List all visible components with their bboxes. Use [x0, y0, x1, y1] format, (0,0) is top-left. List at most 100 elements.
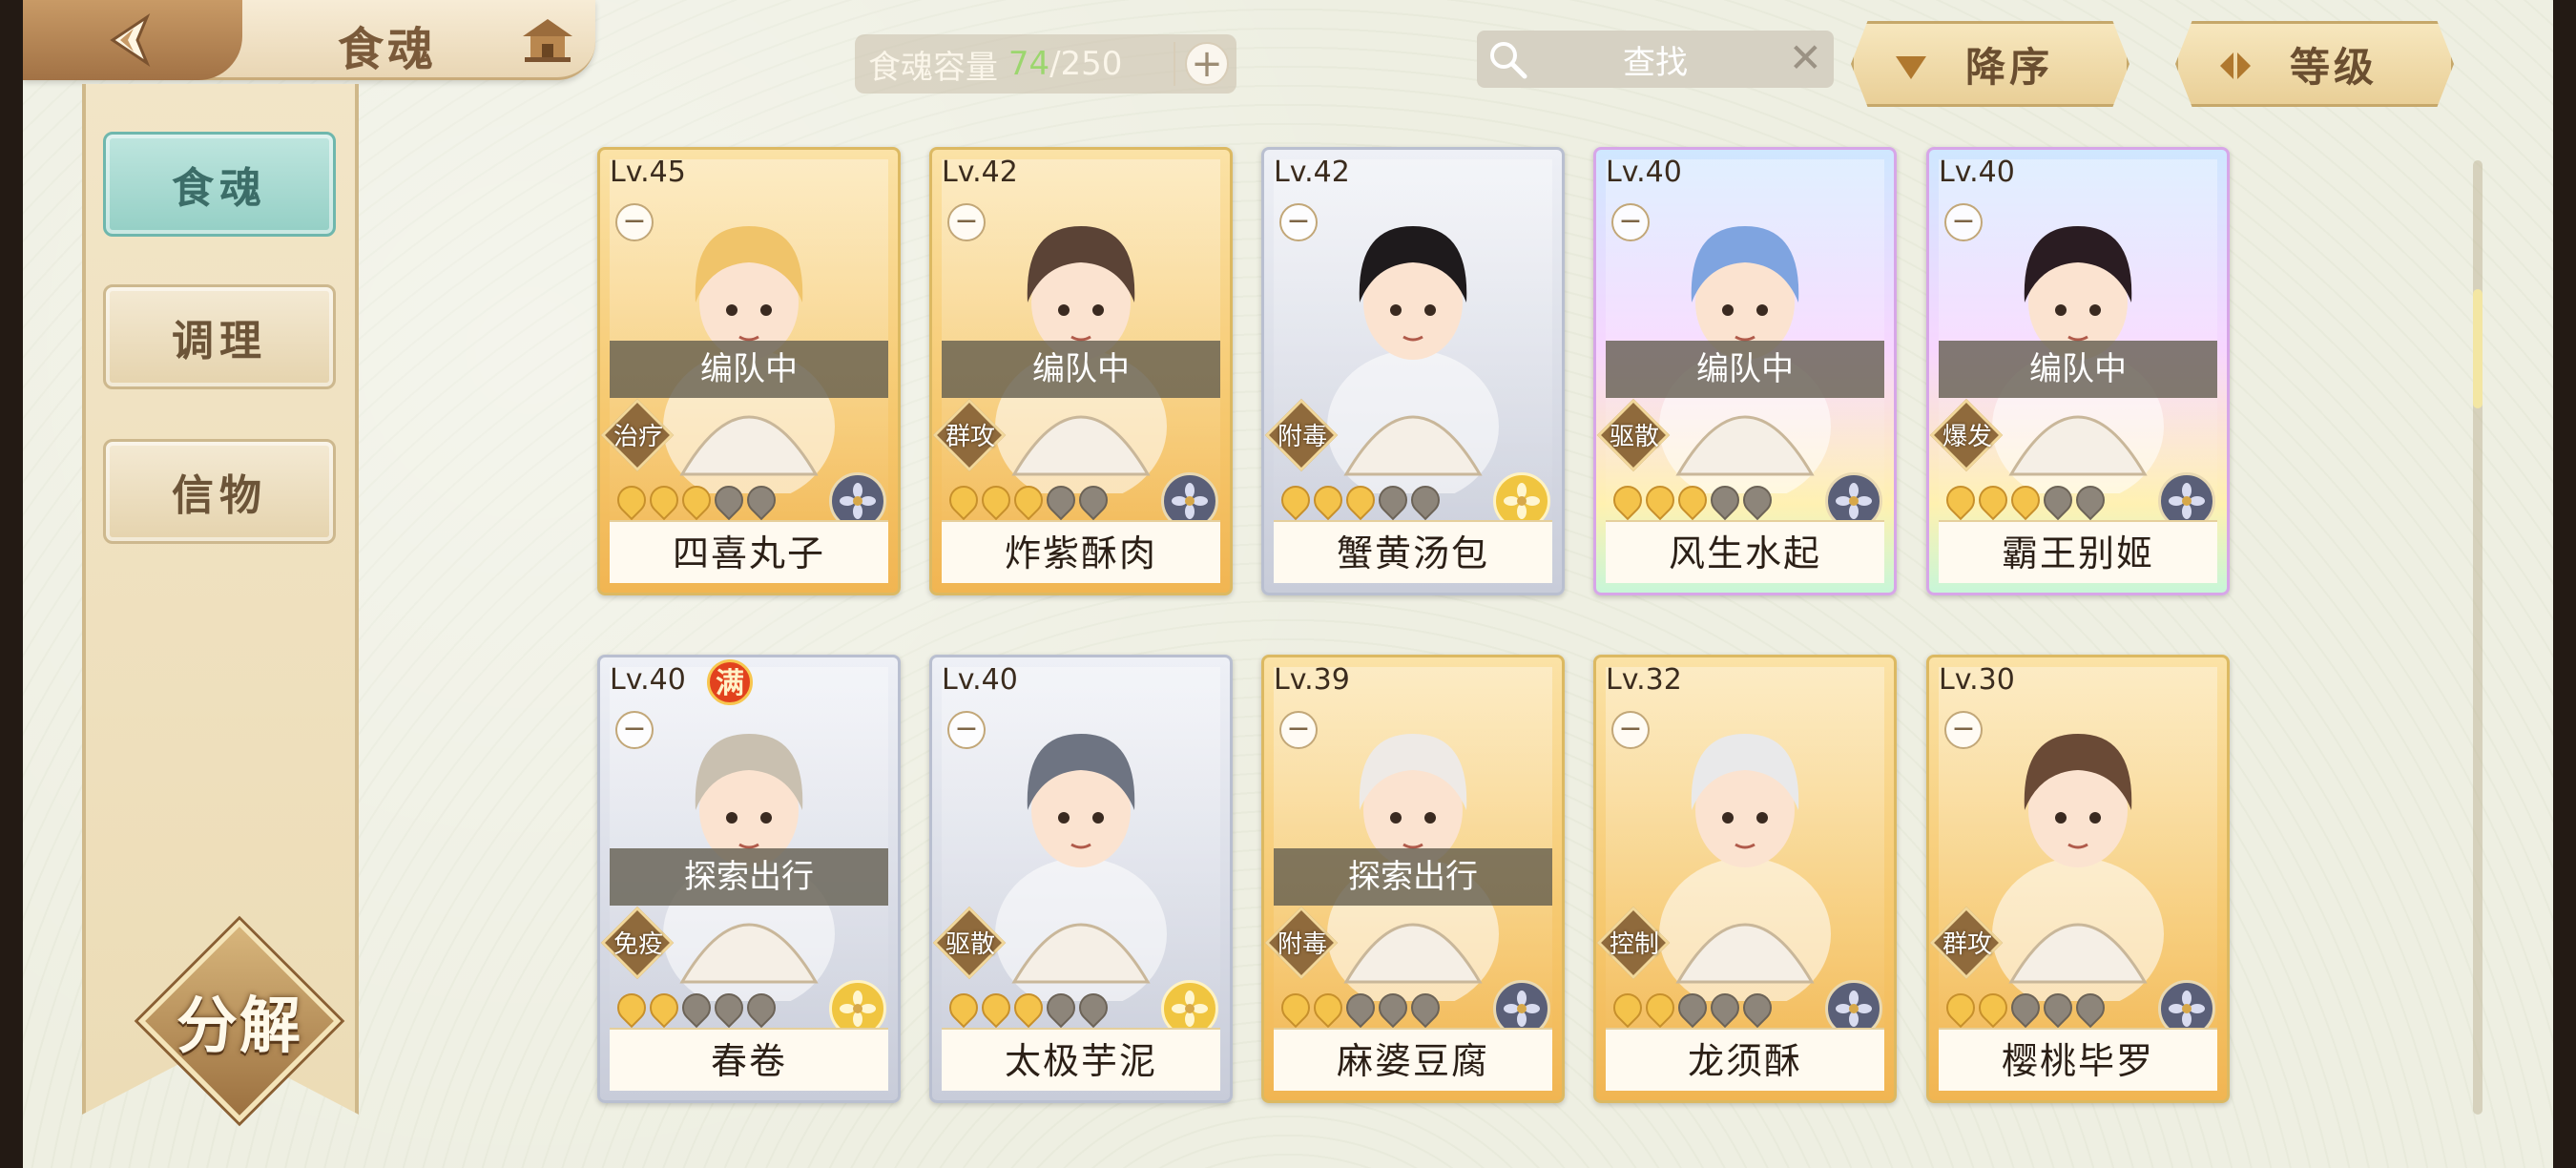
star-icon: [975, 479, 1017, 521]
star-icon: [1940, 479, 1982, 521]
status-badge: 编队中: [942, 341, 1220, 398]
role-label: 爆发: [1942, 423, 1992, 451]
star-rating: [1275, 479, 1446, 521]
minus-icon[interactable]: −: [947, 203, 986, 241]
star-icon: [1072, 479, 1114, 521]
search-label: 查找: [1623, 43, 1688, 82]
role-label: 免疫: [613, 930, 663, 959]
scrollbar[interactable]: [2473, 160, 2483, 1115]
card-name: 风生水起: [1606, 520, 1884, 583]
star-icon: [1672, 479, 1714, 521]
sidebar-item-token[interactable]: 信物: [103, 439, 336, 544]
minus-icon[interactable]: −: [615, 711, 654, 749]
sort-key-button[interactable]: 等级: [2175, 21, 2454, 107]
food-soul-card[interactable]: Lv.40 − 驱散 太极芋泥: [929, 655, 1233, 1103]
capacity-label: 食魂容量: [868, 48, 998, 87]
decompose-label: 分解: [177, 991, 302, 1062]
food-soul-card[interactable]: Lv.30 − 群攻 樱桃毕罗: [1926, 655, 2230, 1103]
card-level: Lv.42: [942, 156, 1018, 189]
role-badge: 驱散: [1596, 398, 1671, 472]
star-icon: [1275, 987, 1317, 1029]
food-soul-card[interactable]: Lv.42 − 编队中群攻炸紫酥肉: [929, 147, 1233, 595]
sort-order-button[interactable]: 降序: [1851, 21, 2129, 107]
star-icon: [1607, 479, 1649, 521]
sidebar-item-food-soul[interactable]: 食魂: [103, 132, 336, 237]
star-rating: [943, 987, 1114, 1029]
status-badge: 编队中: [610, 341, 888, 398]
star-icon: [1704, 479, 1746, 521]
card-name: 龙须酥: [1606, 1028, 1884, 1091]
role-badge: 免疫: [600, 906, 675, 980]
star-icon: [2069, 479, 2111, 521]
sidebar-item-label: 调理: [172, 317, 267, 365]
star-icon: [675, 479, 717, 521]
minus-icon[interactable]: −: [1611, 711, 1650, 749]
star-icon: [1040, 479, 1082, 521]
star-icon: [1672, 987, 1714, 1029]
status-badge: 编队中: [1939, 341, 2217, 398]
star-icon: [1340, 987, 1381, 1029]
role-badge: 附毒: [1264, 398, 1339, 472]
minus-icon[interactable]: −: [1611, 203, 1650, 241]
food-soul-card[interactable]: Lv.32 − 控制 龙须酥: [1593, 655, 1897, 1103]
page-title: 食魂: [338, 23, 438, 76]
food-soul-card[interactable]: Lv.40 − 编队中爆发霸王别姬: [1926, 147, 2230, 595]
scrollbar-thumb[interactable]: [2473, 289, 2483, 408]
star-rating: [1940, 479, 2111, 521]
star-icon: [1307, 987, 1349, 1029]
role-label: 附毒: [1277, 423, 1327, 451]
star-icon: [1008, 479, 1049, 521]
star-icon: [1072, 987, 1114, 1029]
food-soul-card[interactable]: Lv.40 − 编队中 驱散 风生水起: [1593, 147, 1897, 595]
clear-search-icon[interactable]: ✕: [1789, 34, 1822, 81]
status-badge: 探索出行: [1274, 848, 1552, 906]
minus-icon[interactable]: −: [1279, 711, 1318, 749]
character-portrait: [995, 734, 1167, 1001]
sidebar-item-cultivate[interactable]: 调理: [103, 284, 336, 389]
capacity-divider: [1174, 42, 1175, 86]
star-rating: [1607, 479, 1778, 521]
minus-icon[interactable]: −: [947, 711, 986, 749]
star-icon: [2005, 479, 2046, 521]
character-portrait: [1327, 226, 1499, 493]
status-badge: 探索出行: [610, 848, 888, 906]
role-label: 群攻: [945, 423, 995, 451]
minus-icon[interactable]: −: [1944, 203, 1983, 241]
star-icon: [943, 987, 985, 1029]
card-name: 霸王别姬: [1939, 520, 2217, 583]
minus-icon[interactable]: −: [1279, 203, 1318, 241]
character-portrait: [1992, 734, 2164, 1001]
role-badge: 爆发: [1929, 398, 2004, 472]
capacity-total: /250: [1049, 45, 1123, 83]
star-icon: [708, 479, 750, 521]
star-icon: [740, 479, 782, 521]
food-soul-card[interactable]: Lv.39 − 探索出行 附毒 麻婆豆腐: [1261, 655, 1565, 1103]
star-rating: [1607, 987, 1778, 1029]
search-box[interactable]: 查找 ✕: [1477, 31, 1834, 88]
card-name: 炸紫酥肉: [942, 520, 1220, 583]
minus-icon[interactable]: −: [1944, 711, 1983, 749]
food-soul-card[interactable]: Lv.42 − 附毒 蟹黄汤包: [1261, 147, 1565, 595]
sort-order-label: 降序: [1964, 43, 2053, 91]
sort-key-label: 等级: [2289, 43, 2378, 91]
role-label: 控制: [1609, 930, 1659, 959]
star-icon: [740, 987, 782, 1029]
add-capacity-button[interactable]: +: [1185, 42, 1229, 86]
star-icon: [2037, 479, 2079, 521]
decompose-button[interactable]: 分解: [137, 919, 342, 1123]
star-icon: [1404, 479, 1446, 521]
star-icon: [643, 987, 685, 1029]
capacity-counter: 食魂容量 74/250 +: [855, 34, 1236, 94]
star-icon: [1040, 987, 1082, 1029]
minus-icon[interactable]: −: [615, 203, 654, 241]
back-button[interactable]: [23, 0, 242, 80]
star-icon: [708, 987, 750, 1029]
star-icon: [643, 479, 685, 521]
star-icon: [2005, 987, 2046, 1029]
food-soul-card[interactable]: Lv.45 − 编队中 治疗 四喜丸子: [597, 147, 901, 595]
food-soul-card[interactable]: Lv.40 − 满探索出行 免疫 春卷: [597, 655, 901, 1103]
home-icon[interactable]: [519, 15, 576, 65]
header-tab: 食魂: [23, 0, 595, 80]
card-level: Lv.40: [1939, 156, 2015, 189]
card-name: 蟹黄汤包: [1274, 520, 1552, 583]
